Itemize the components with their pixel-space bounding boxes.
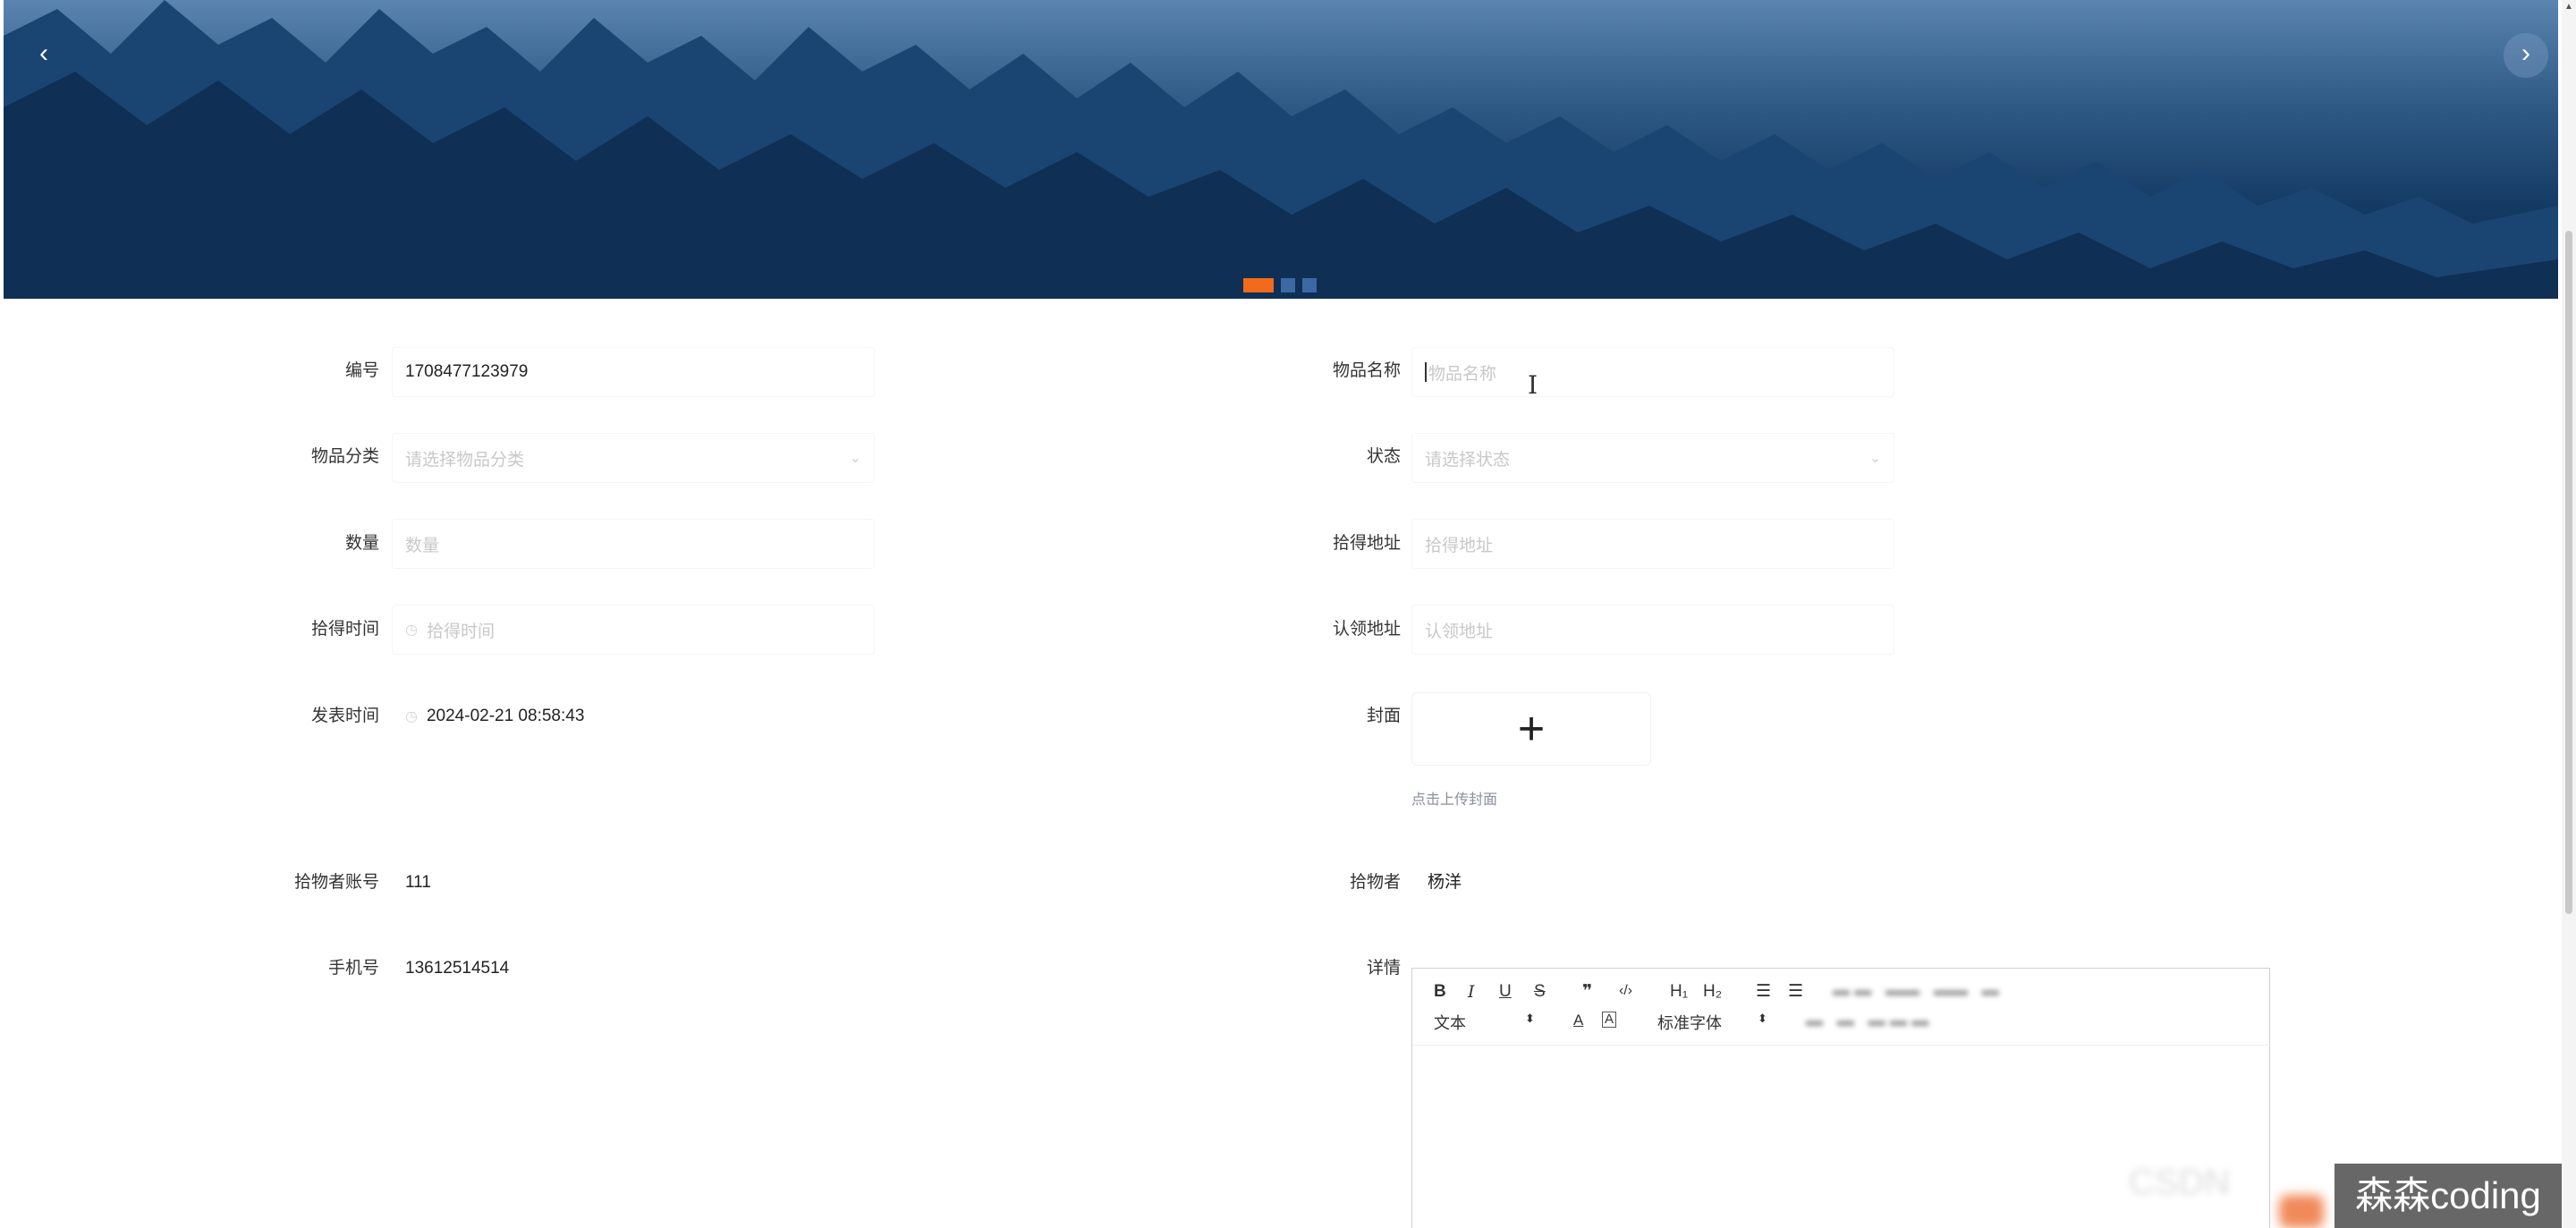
chevron-down-icon: ⌄: [1868, 451, 1881, 466]
background-color-button[interactable]: A: [1602, 1012, 1617, 1028]
found-address-input[interactable]: 拾得地址: [1411, 519, 1894, 569]
phone-value: 13612514514: [405, 959, 510, 978]
csdn-watermark-logo: CSDN: [2129, 1163, 2231, 1202]
floating-widget-icon: [2279, 1195, 2324, 1228]
number-value: 1708477123979: [405, 362, 529, 381]
claim-address-label: 认领地址: [1332, 620, 1401, 639]
carousel-banner: ‹ ›: [4, 0, 2558, 299]
mouse-cursor-icon: I: [1528, 370, 1538, 400]
bold-button[interactable]: B: [1434, 982, 1446, 1002]
claim-address-input[interactable]: 认领地址: [1411, 605, 1894, 655]
cover-upload-tip: 点击上传封面: [1411, 792, 1498, 808]
italic-button[interactable]: I: [1468, 982, 1475, 1002]
carousel-next-button[interactable]: ›: [2504, 33, 2548, 78]
item-name-input[interactable]: 物品名称: [1411, 347, 1894, 397]
category-select[interactable]: 请选择物品分类 ⌄: [392, 433, 875, 483]
finder-account-value: 111: [405, 873, 431, 892]
found-time-placeholder: 拾得时间: [426, 622, 495, 641]
carousel-dot[interactable]: [1302, 278, 1317, 292]
item-name-label: 物品名称: [1332, 361, 1401, 380]
clock-icon: ◷: [405, 622, 418, 638]
carousel-dot[interactable]: [1281, 278, 1295, 292]
publish-time-value: 2024-02-21 08:58:43: [426, 707, 585, 725]
quantity-input[interactable]: 数量: [392, 519, 875, 569]
editor-toolbar: B I U S ❞ ‹/› H₁ H₂ ☰ ☰ ▬ ▬ ▬▬ ▬▬ ▬ 文本 ⬍…: [1412, 969, 2271, 1046]
found-time-picker[interactable]: ◷ 拾得时间: [392, 605, 875, 655]
item-name-placeholder: 物品名称: [1428, 364, 1497, 384]
select-arrows-icon: ⬍: [1525, 1012, 1535, 1025]
status-placeholder: 请选择状态: [1425, 450, 1511, 470]
phone-label: 手机号: [327, 959, 379, 978]
number-label: 编号: [344, 361, 379, 380]
cover-upload-button[interactable]: +: [1411, 692, 1651, 766]
select-arrows-icon: ⬍: [1758, 1012, 1767, 1025]
watermark-label: 森森coding: [2334, 1164, 2562, 1228]
cover-label: 封面: [1366, 707, 1401, 725]
font-color-button[interactable]: A: [1573, 1012, 1583, 1029]
text-style-select[interactable]: 文本: [1434, 1011, 1466, 1034]
found-address-label: 拾得地址: [1332, 534, 1401, 553]
toolbar-blurred-group: ▬ ▬ ▬▬ ▬▬ ▬: [1833, 981, 1999, 1000]
toolbar-blurred-group: ▬ ▬ ▬ ▬ ▬: [1806, 1012, 1929, 1030]
h2-button[interactable]: H₂: [1703, 982, 1722, 1002]
finder-value: 杨洋: [1428, 873, 1462, 892]
h1-button[interactable]: H₁: [1670, 982, 1688, 1002]
number-field[interactable]: 1708477123979: [392, 347, 875, 397]
quantity-label: 数量: [344, 534, 379, 553]
details-label: 详情: [1366, 959, 1401, 978]
ordered-list-button[interactable]: ☰: [1756, 981, 1771, 1002]
category-placeholder: 请选择物品分类: [405, 450, 525, 470]
carousel-indicators: [1243, 278, 1317, 292]
carousel-dot[interactable]: [1243, 278, 1274, 292]
finder-label: 拾物者: [1349, 873, 1401, 892]
strike-button[interactable]: S: [1534, 982, 1546, 1002]
quote-button[interactable]: ❞: [1582, 981, 1592, 1002]
scroll-up-arrow-icon[interactable]: ▲: [2564, 2, 2573, 12]
chevron-down-icon: ⌄: [849, 451, 861, 466]
scrollbar-thumb[interactable]: [2565, 231, 2572, 914]
forest-image: [4, 0, 2558, 299]
page-scrollbar[interactable]: ▲: [2562, 0, 2576, 1228]
status-label: 状态: [1366, 447, 1401, 466]
code-button[interactable]: ‹/›: [1619, 983, 1632, 999]
text-caret: [1425, 362, 1427, 382]
found-address-placeholder: 拾得地址: [1425, 536, 1494, 555]
status-select[interactable]: 请选择状态 ⌄: [1411, 433, 1894, 483]
font-family-select[interactable]: 标准字体: [1657, 1011, 1722, 1034]
publish-time-label: 发表时间: [310, 707, 379, 725]
clock-icon: ◷: [405, 709, 418, 724]
found-time-label: 拾得时间: [310, 620, 379, 639]
plus-icon: +: [1517, 703, 1546, 755]
publish-time-picker[interactable]: ◷ 2024-02-21 08:58:43: [392, 691, 875, 741]
claim-address-placeholder: 认领地址: [1425, 622, 1494, 641]
carousel-prev-button[interactable]: ‹: [21, 33, 66, 78]
underline-button[interactable]: U: [1499, 982, 1512, 1002]
finder-account-label: 拾物者账号: [293, 873, 379, 892]
quantity-placeholder: 数量: [405, 536, 440, 555]
bullet-list-button[interactable]: ☰: [1788, 981, 1803, 1002]
category-label: 物品分类: [310, 447, 379, 466]
